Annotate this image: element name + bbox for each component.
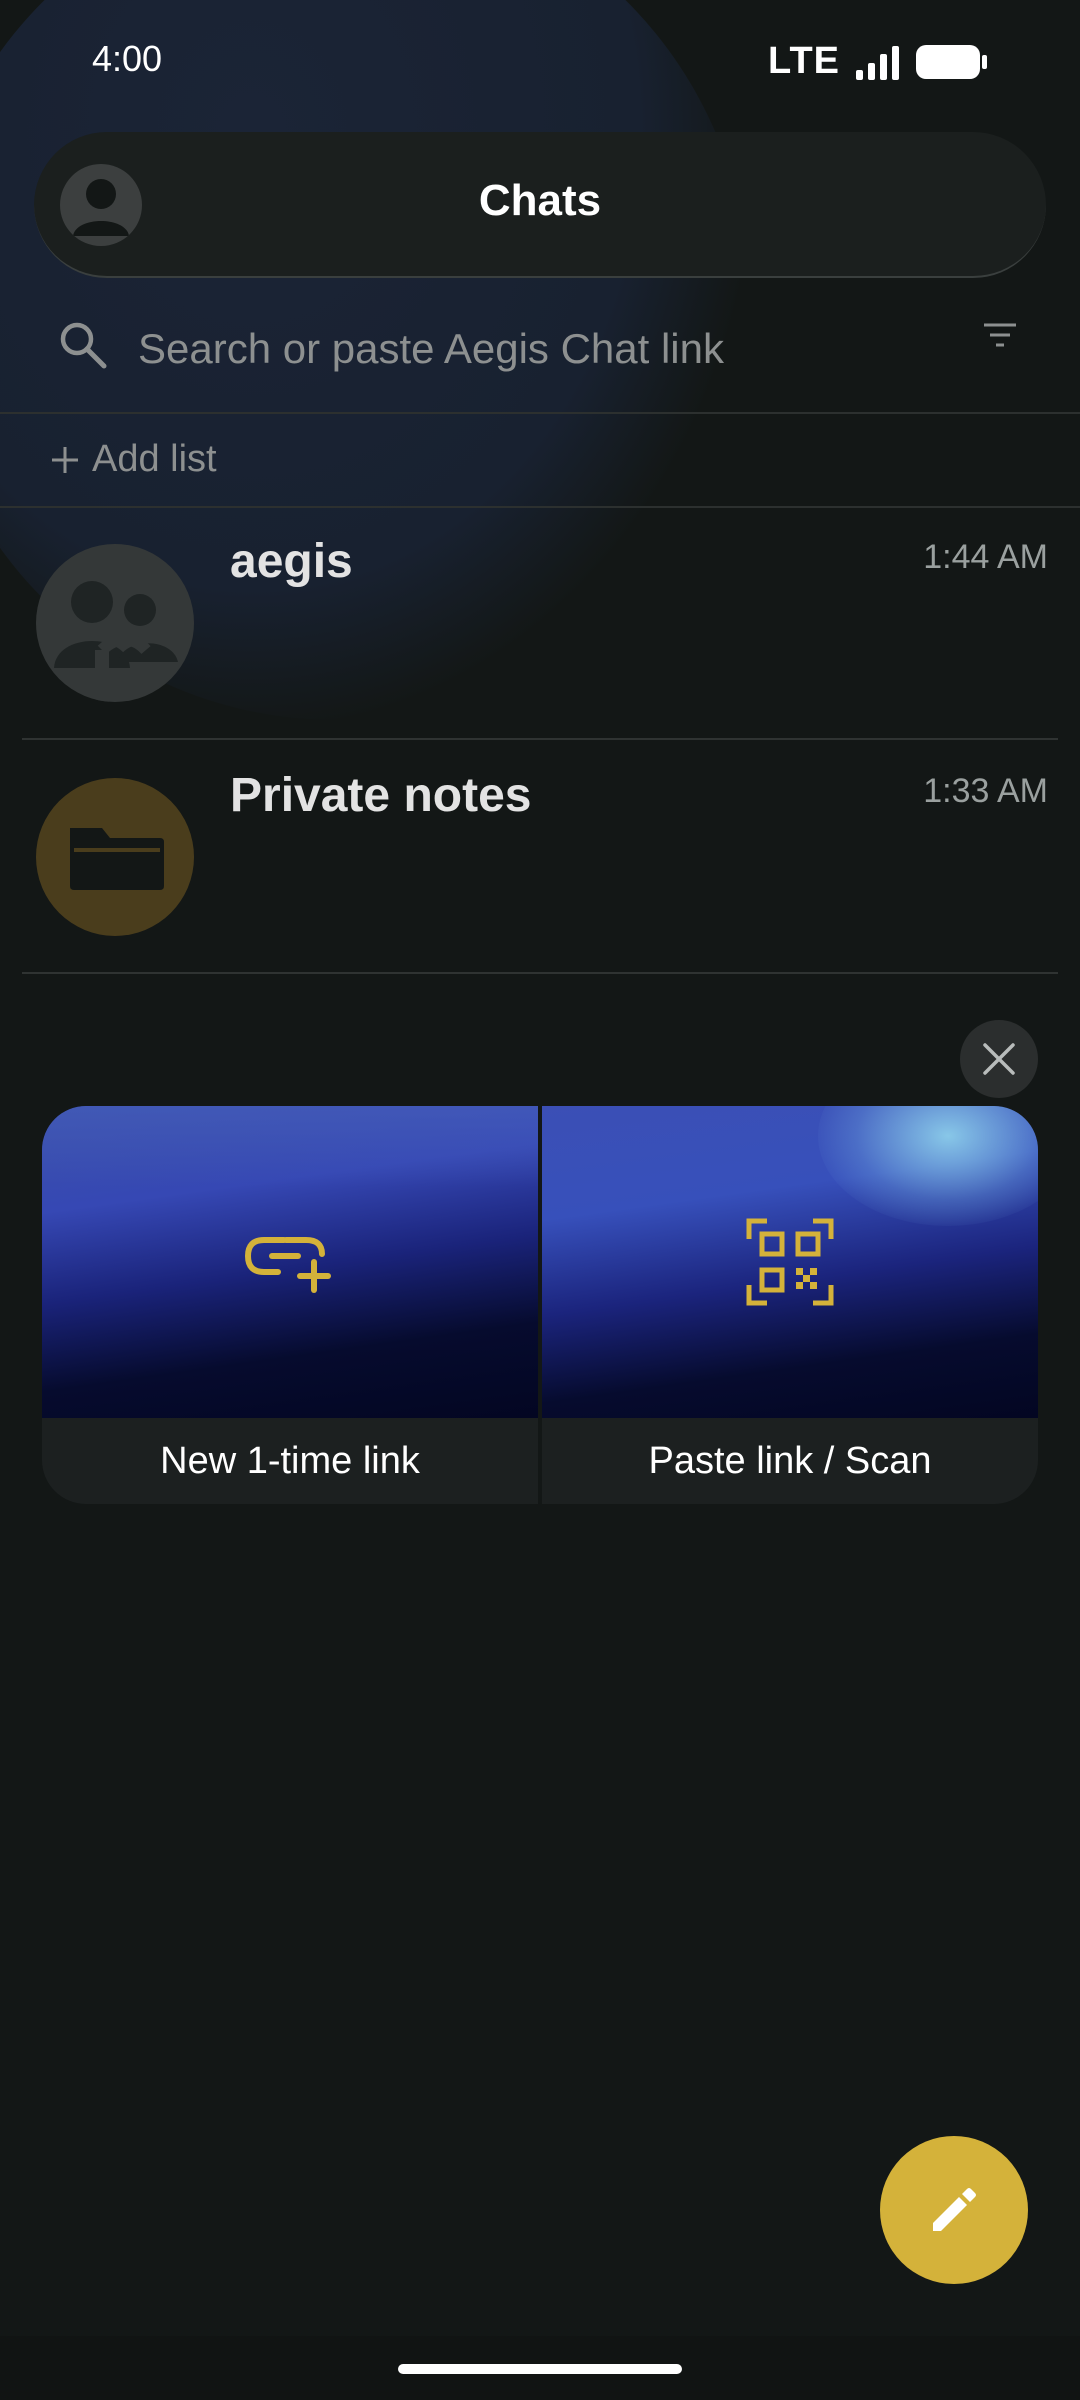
page-title: Chats [478,176,602,225]
chat-divider [22,972,1058,974]
chat-time: 1:33 AM [923,772,1048,810]
search-bar [0,286,1080,412]
search-icon [60,322,107,369]
add-list-label: Add list [92,438,217,480]
status-indicators: LTE [768,40,988,83]
chats-screen: 4:00 LTE Chats Search or paste Aegis Cha… [0,0,1080,2400]
chat-item-private-notes[interactable]: Private notes 1:33 AM [0,742,1080,974]
new-link-card[interactable]: New 1-time link [42,1106,538,1504]
signal-icon [856,45,899,80]
status-time: 4:00 [92,38,163,79]
app-header: Chats [34,132,1046,278]
search-divider [0,412,1080,414]
group-icon [54,581,178,702]
filter-icon[interactable] [980,320,1020,350]
qr-scan-icon [746,1218,834,1306]
scan-visual [542,1106,1038,1418]
battery-icon [916,44,987,79]
folder-icon [70,828,164,890]
network-type: LTE [768,40,840,82]
new-link-label: New 1-time link [160,1439,420,1482]
scan-card[interactable]: Paste link / Scan [542,1106,1038,1504]
chat-time: 1:44 AM [923,538,1048,576]
plus-icon [52,446,78,473]
chat-name: aegis [230,535,353,588]
chat-avatar [36,544,194,702]
home-indicator[interactable] [398,2364,682,2374]
pencil-icon [933,2188,976,2231]
chat-name: Private notes [230,769,532,822]
action-cards: New 1-time link Paste link / Scan [42,1106,1038,1504]
add-list-button[interactable]: Add list [50,438,217,481]
search-input[interactable] [136,316,960,382]
close-cards-button[interactable] [960,1020,1038,1098]
chat-avatar [36,778,194,936]
add-link-icon [244,1237,331,1293]
scan-label: Paste link / Scan [648,1439,932,1482]
status-bar: 4:00 LTE [0,0,1080,124]
chat-item-aegis[interactable]: aegis 1:44 AM [0,508,1080,740]
new-link-visual [42,1106,538,1418]
compose-button[interactable] [880,2136,1028,2284]
chat-divider [22,738,1058,740]
close-icon [983,1043,1015,1075]
